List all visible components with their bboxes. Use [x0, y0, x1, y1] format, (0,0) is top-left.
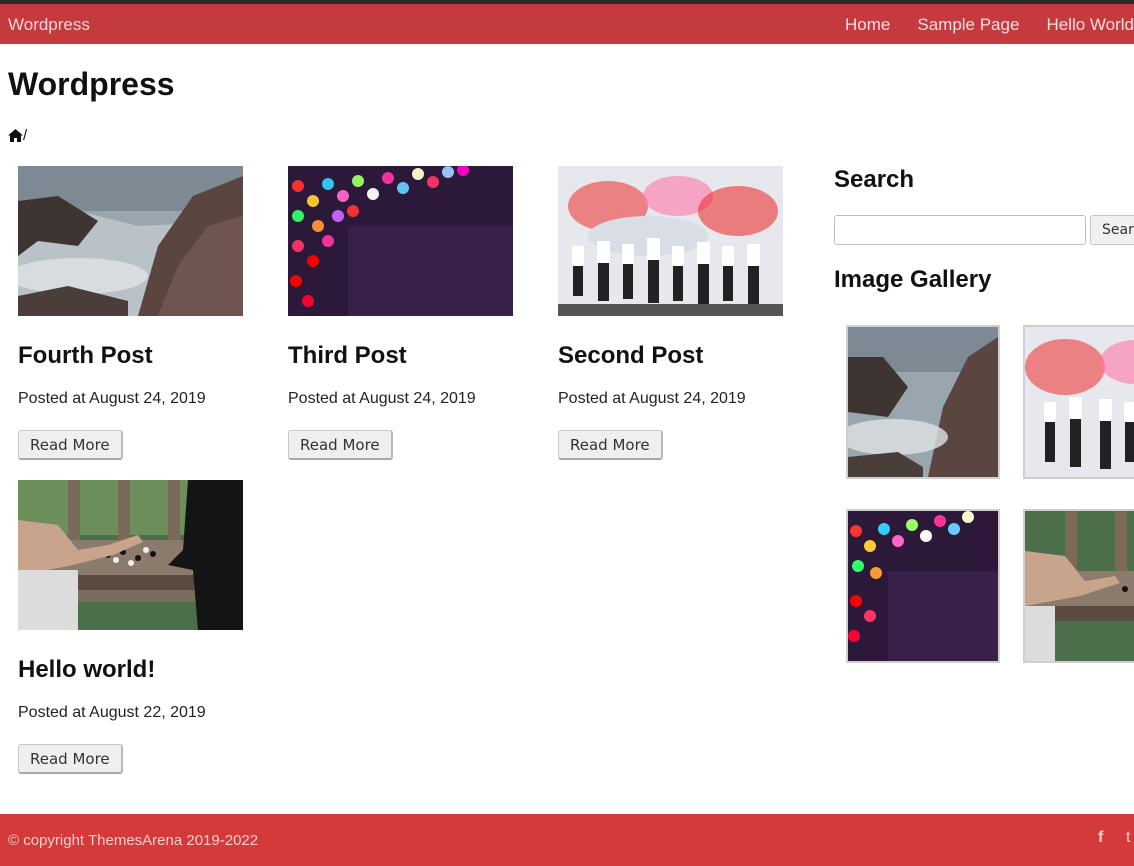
post-date: Posted at August 24, 2019: [288, 390, 476, 407]
post-card: Third Post Posted at August 24, 2019 Rea…: [288, 166, 513, 466]
nav-menu: Home Sample Page Hello World!: [845, 15, 1134, 35]
footer-copyright: © copyright ThemesArena 2019-2022: [8, 832, 259, 849]
navbar: Wordpress Home Sample Page Hello World!: [0, 4, 1134, 44]
home-icon[interactable]: [8, 129, 23, 142]
post-thumbnail-bokeh-lights[interactable]: [288, 166, 513, 316]
read-more-button[interactable]: Read More: [18, 430, 123, 460]
read-more-button[interactable]: Read More: [558, 430, 663, 460]
footer: © copyright ThemesArena 2019-2022 f t: [0, 814, 1134, 866]
gallery-image-rocky-sea[interactable]: [846, 325, 1000, 479]
post-card: Second Post Posted at August 24, 2019 Re…: [558, 166, 783, 466]
brand-link[interactable]: Wordpress: [8, 15, 90, 35]
post-thumbnail-board-game[interactable]: [18, 480, 243, 630]
post-date: Posted at August 22, 2019: [18, 704, 206, 721]
search-input[interactable]: [834, 215, 1086, 245]
search-button[interactable]: Search: [1090, 215, 1134, 245]
post-date: Posted at August 24, 2019: [18, 390, 206, 407]
post-title[interactable]: Third Post: [288, 342, 407, 370]
nav-link-home[interactable]: Home: [845, 15, 890, 34]
search-widget-title: Search: [834, 166, 915, 193]
gallery-image-bokeh-lights[interactable]: [846, 509, 1000, 663]
post-title[interactable]: Fourth Post: [18, 342, 153, 370]
post-title[interactable]: Second Post: [558, 342, 703, 370]
nav-link-sample-page[interactable]: Sample Page: [917, 15, 1019, 34]
post-thumbnail-rocky-sea[interactable]: [18, 166, 243, 316]
nav-link-hello-world[interactable]: Hello World!: [1046, 15, 1134, 34]
breadcrumb-separator: /: [23, 127, 28, 144]
post-thumbnail-flare-crowd[interactable]: [558, 166, 783, 316]
post-title[interactable]: Hello world!: [18, 656, 155, 684]
facebook-icon[interactable]: f: [1098, 829, 1103, 847]
twitter-icon[interactable]: t: [1126, 829, 1130, 847]
breadcrumb: /: [8, 127, 27, 144]
post-card: Hello world! Posted at August 22, 2019 R…: [18, 480, 243, 780]
post-date: Posted at August 24, 2019: [558, 390, 746, 407]
site-title: Wordpress: [8, 66, 175, 102]
gallery-image-board-game[interactable]: [1023, 509, 1134, 663]
read-more-button[interactable]: Read More: [288, 430, 393, 460]
gallery-image-flare-crowd[interactable]: [1023, 325, 1134, 479]
read-more-button[interactable]: Read More: [18, 744, 123, 774]
gallery-widget-title: Image Gallery: [834, 266, 992, 293]
post-card: Fourth Post Posted at August 24, 2019 Re…: [18, 166, 243, 466]
